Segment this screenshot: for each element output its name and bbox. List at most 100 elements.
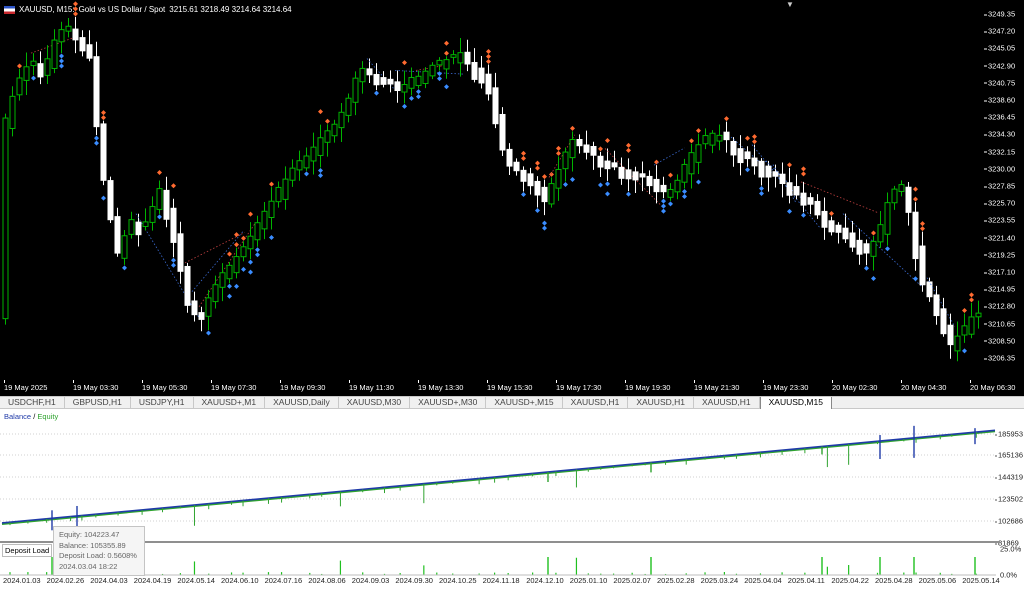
sell-marker-icon[interactable]: [535, 160, 540, 166]
buy-marker-icon[interactable]: [94, 140, 99, 146]
sell-marker-icon[interactable]: [654, 159, 659, 165]
buy-marker-icon[interactable]: [402, 103, 407, 109]
buy-marker-icon[interactable]: [661, 198, 666, 204]
sell-marker-icon[interactable]: [521, 150, 526, 156]
buy-marker-icon[interactable]: [269, 235, 274, 241]
sell-marker-icon[interactable]: [17, 63, 22, 69]
buy-marker-icon[interactable]: [416, 94, 421, 100]
sell-marker-icon[interactable]: [444, 50, 449, 56]
buy-marker-icon[interactable]: [437, 76, 442, 82]
chart-tab[interactable]: XAUUSD+,M15: [486, 397, 563, 409]
sell-marker-icon[interactable]: [745, 135, 750, 141]
buy-marker-icon[interactable]: [605, 181, 610, 187]
buy-marker-icon[interactable]: [416, 89, 421, 95]
buy-marker-icon[interactable]: [157, 214, 162, 220]
sell-marker-icon[interactable]: [969, 292, 974, 298]
sell-marker-icon[interactable]: [227, 251, 232, 257]
buy-marker-icon[interactable]: [234, 283, 239, 289]
candlestick-area[interactable]: [0, 0, 984, 380]
sell-marker-icon[interactable]: [605, 137, 610, 143]
buy-marker-icon[interactable]: [59, 53, 64, 59]
sell-marker-icon[interactable]: [171, 183, 176, 189]
buy-marker-icon[interactable]: [248, 259, 253, 265]
sell-marker-icon[interactable]: [962, 308, 967, 314]
buy-marker-icon[interactable]: [563, 181, 568, 187]
sell-marker-icon[interactable]: [626, 147, 631, 153]
buy-marker-icon[interactable]: [542, 225, 547, 231]
chart-tab[interactable]: USDCHF,H1: [0, 397, 65, 409]
sell-marker-icon[interactable]: [752, 134, 757, 140]
buy-marker-icon[interactable]: [542, 220, 547, 226]
balance-equity-graph[interactable]: [0, 409, 1024, 589]
sell-marker-icon[interactable]: [486, 53, 491, 59]
buy-marker-icon[interactable]: [864, 265, 869, 271]
buy-marker-icon[interactable]: [696, 179, 701, 185]
sell-marker-icon[interactable]: [920, 226, 925, 232]
chart-tab[interactable]: XAUUSD,Daily: [265, 397, 339, 409]
buy-marker-icon[interactable]: [248, 269, 253, 275]
buy-marker-icon[interactable]: [871, 276, 876, 282]
chart-tab[interactable]: GBPUSD,H1: [65, 397, 131, 409]
sell-marker-icon[interactable]: [248, 211, 253, 217]
buy-marker-icon[interactable]: [962, 348, 967, 354]
buy-marker-icon[interactable]: [535, 207, 540, 213]
sell-marker-icon[interactable]: [570, 125, 575, 131]
buy-marker-icon[interactable]: [598, 182, 603, 188]
buy-marker-icon[interactable]: [171, 262, 176, 268]
buy-marker-icon[interactable]: [444, 84, 449, 90]
sell-marker-icon[interactable]: [689, 138, 694, 144]
buy-marker-icon[interactable]: [227, 293, 232, 299]
sell-marker-icon[interactable]: [696, 128, 701, 134]
sell-marker-icon[interactable]: [241, 235, 246, 241]
buy-marker-icon[interactable]: [122, 265, 127, 271]
sell-marker-icon[interactable]: [801, 171, 806, 177]
buy-marker-icon[interactable]: [409, 95, 414, 101]
sell-marker-icon[interactable]: [598, 146, 603, 152]
buy-marker-icon[interactable]: [255, 252, 260, 258]
sell-marker-icon[interactable]: [724, 116, 729, 122]
sell-marker-icon[interactable]: [668, 172, 673, 178]
buy-marker-icon[interactable]: [570, 176, 575, 182]
chart-tab[interactable]: XAUUSD,M30: [339, 397, 411, 409]
sell-marker-icon[interactable]: [787, 162, 792, 168]
sell-marker-icon[interactable]: [626, 142, 631, 148]
buy-marker-icon[interactable]: [745, 167, 750, 173]
sell-marker-icon[interactable]: [556, 150, 561, 156]
buy-marker-icon[interactable]: [913, 276, 918, 282]
chart-tab[interactable]: XAUUSD+,M30: [410, 397, 487, 409]
sell-marker-icon[interactable]: [325, 118, 330, 124]
buy-marker-icon[interactable]: [787, 208, 792, 214]
price-chart[interactable]: XAUUSD, M15: Gold vs US Dollar / Spot 32…: [0, 0, 1024, 396]
buy-marker-icon[interactable]: [801, 212, 806, 218]
price-axis[interactable]: 3249.35 3247.20 3245.05 3242.90 3240.75 3238.…: [983, 0, 1024, 380]
buy-marker-icon[interactable]: [661, 208, 666, 214]
sell-marker-icon[interactable]: [269, 181, 274, 187]
sell-marker-icon[interactable]: [920, 221, 925, 227]
chart-tab[interactable]: XAUUSD+,M1: [194, 397, 266, 409]
chart-tab[interactable]: USDJPY,H1: [131, 397, 194, 409]
sell-marker-icon[interactable]: [969, 297, 974, 303]
sell-marker-icon[interactable]: [234, 232, 239, 238]
buy-marker-icon[interactable]: [59, 58, 64, 64]
chart-tab[interactable]: XAUUSD,H1: [628, 397, 694, 409]
buy-marker-icon[interactable]: [171, 257, 176, 263]
sell-marker-icon[interactable]: [318, 109, 323, 115]
panel-separator[interactable]: [0, 541, 1000, 543]
buy-marker-icon[interactable]: [521, 192, 526, 198]
sell-marker-icon[interactable]: [521, 155, 526, 161]
buy-marker-icon[interactable]: [206, 330, 211, 336]
chart-tab[interactable]: XAUUSD,H1: [563, 397, 629, 409]
buy-marker-icon[interactable]: [437, 71, 442, 77]
sell-marker-icon[interactable]: [801, 166, 806, 172]
buy-marker-icon[interactable]: [241, 266, 246, 272]
sell-marker-icon[interactable]: [402, 60, 407, 66]
sell-marker-icon[interactable]: [486, 58, 491, 64]
sell-marker-icon[interactable]: [535, 165, 540, 171]
balance-panel[interactable]: Balance / Equity 185953 165136 144319 12350…: [0, 409, 1024, 589]
sell-marker-icon[interactable]: [829, 211, 834, 217]
buy-marker-icon[interactable]: [885, 246, 890, 252]
sell-marker-icon[interactable]: [542, 174, 547, 180]
buy-marker-icon[interactable]: [318, 172, 323, 178]
buy-marker-icon[interactable]: [374, 90, 379, 96]
buy-marker-icon[interactable]: [94, 135, 99, 141]
